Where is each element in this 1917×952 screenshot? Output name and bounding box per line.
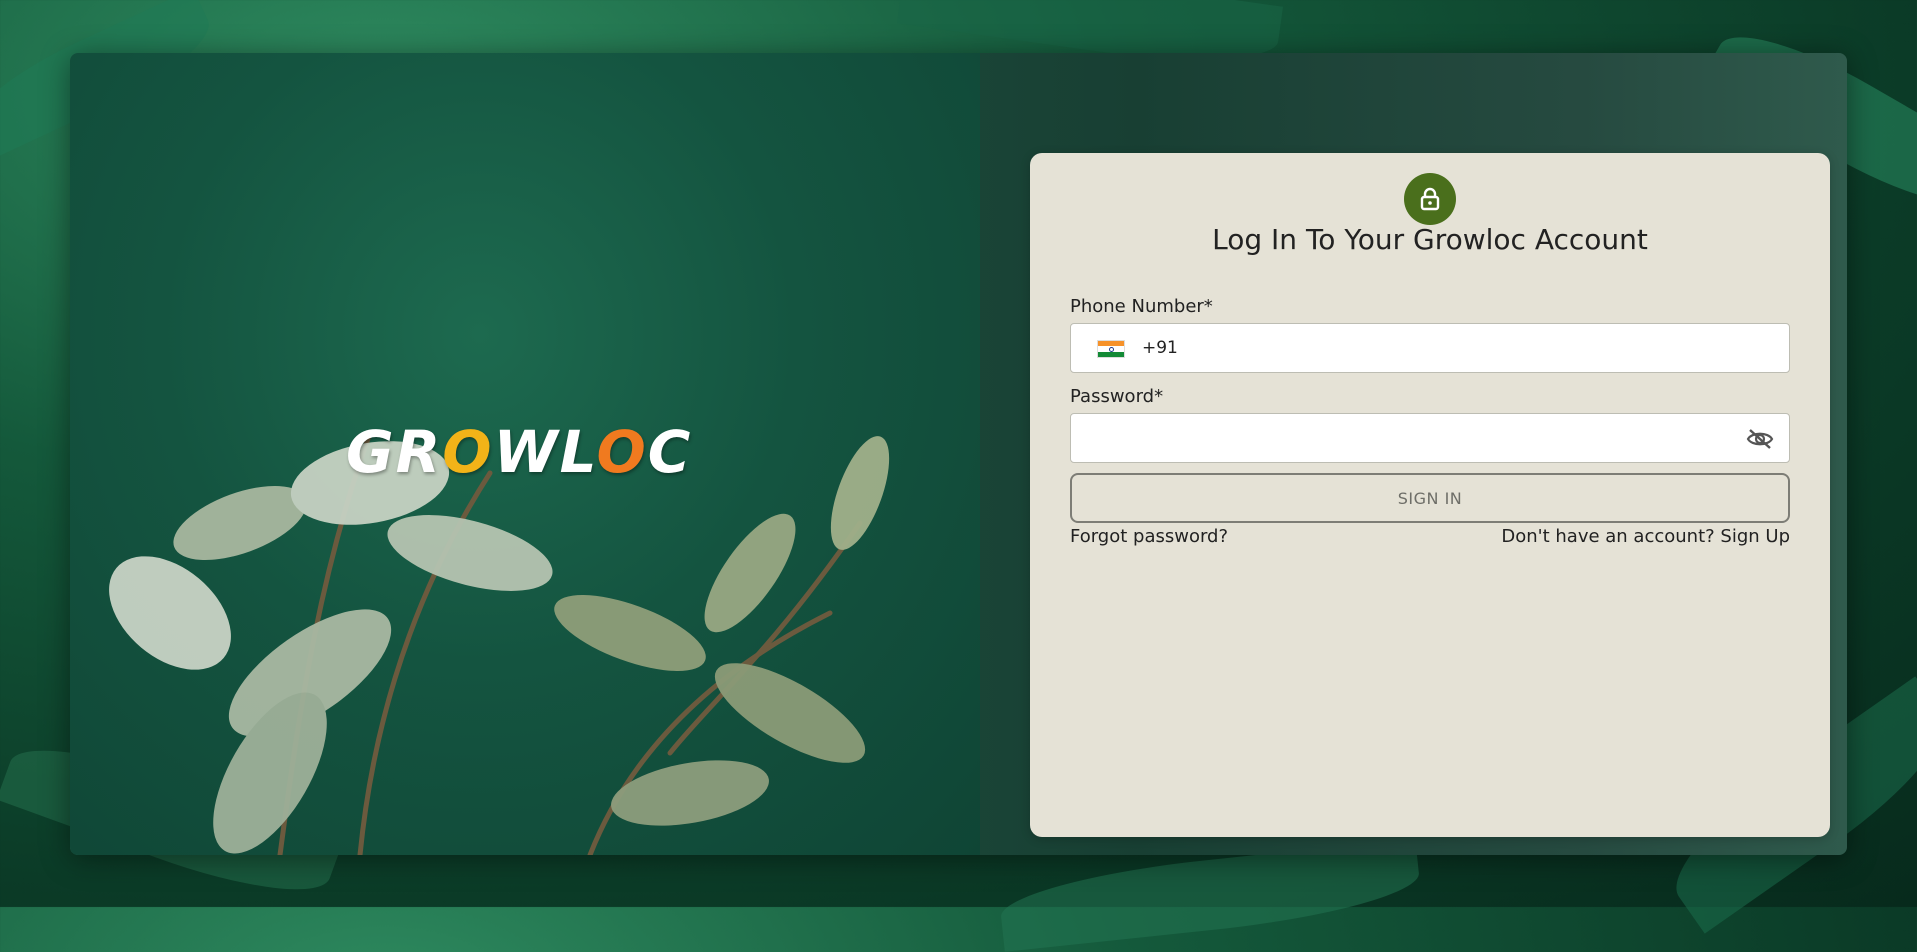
password-field[interactable] [1070,413,1790,463]
forgot-password-link[interactable]: Forgot password? [1070,526,1228,547]
background-leaf [997,838,1423,952]
sign-in-button[interactable]: SIGN IN [1070,473,1790,523]
login-card: Log In To Your Growloc Account Phone Num… [1030,153,1830,837]
page-title: Log In To Your Growloc Account [1212,223,1648,256]
phone-number-field[interactable]: +91 [1070,323,1790,373]
growloc-logo: GROWLOC [346,418,693,486]
eye-off-icon [1746,429,1774,449]
lock-badge [1404,173,1456,225]
dial-code: +91 [1142,338,1178,358]
lock-icon [1420,187,1440,211]
hero-panel: GROWLOC [70,53,980,855]
login-frame: GROWLOC Log In To Your Growloc Account P… [70,53,1847,855]
toggle-password-visibility-button[interactable] [1745,425,1775,453]
sign-up-link[interactable]: Don't have an account? Sign Up [1501,526,1790,547]
phone-label: Phone Number* [1070,296,1213,317]
password-label: Password* [1070,386,1164,407]
india-flag-icon[interactable] [1098,341,1124,357]
